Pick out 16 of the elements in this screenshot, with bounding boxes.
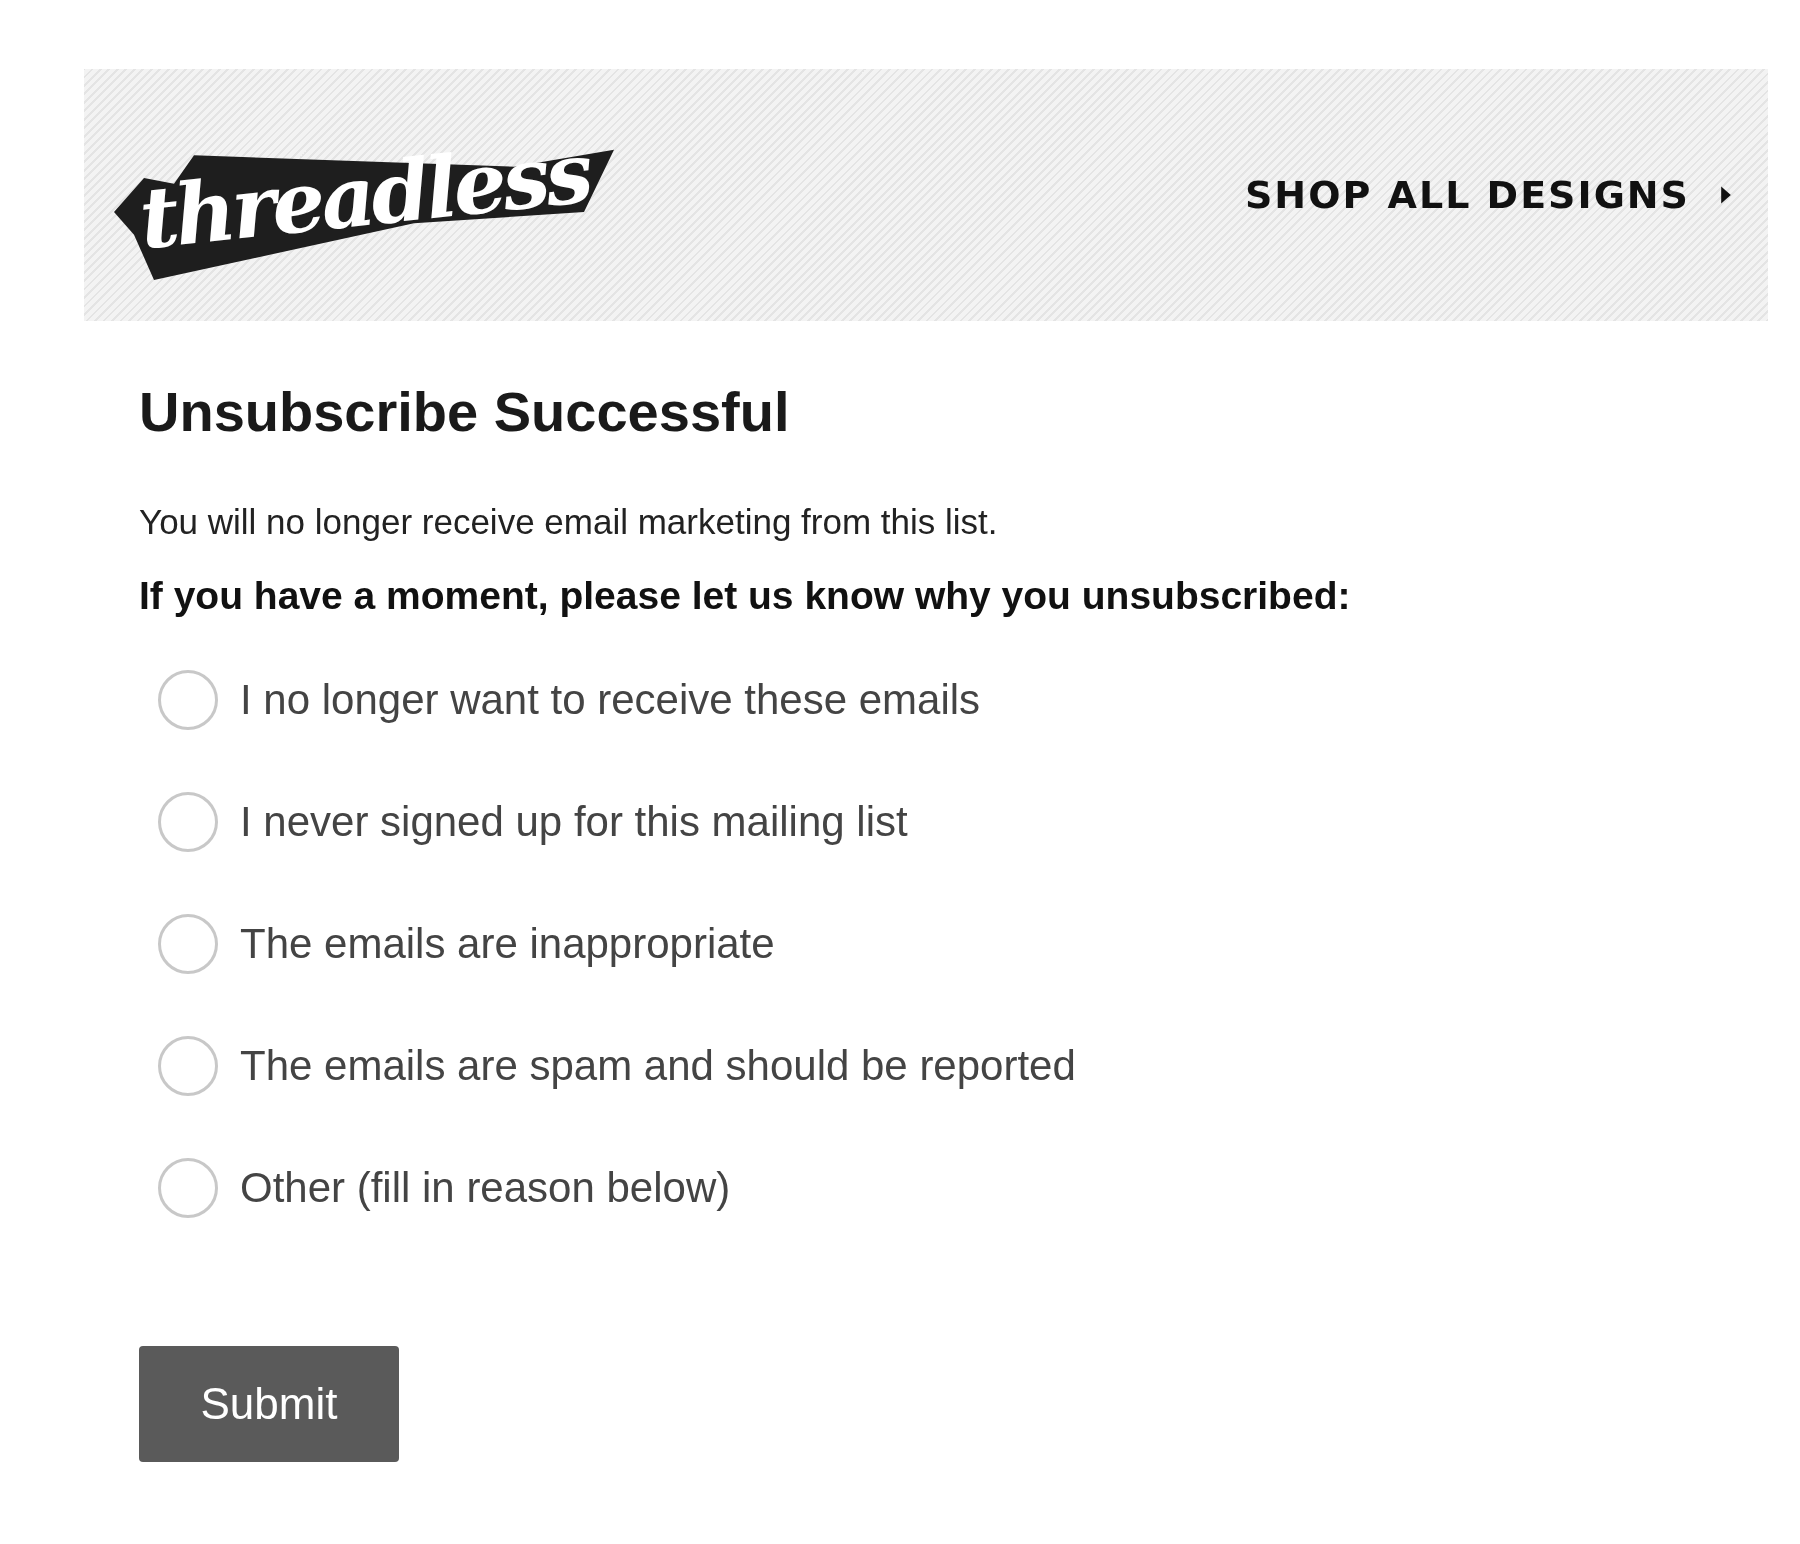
radio-button[interactable] bbox=[158, 1158, 218, 1218]
reason-label[interactable]: The emails are inappropriate bbox=[240, 920, 775, 968]
shop-all-designs-link[interactable]: SHOP ALL DESIGNS bbox=[1245, 173, 1690, 217]
radio-button[interactable] bbox=[158, 1036, 218, 1096]
radio-button[interactable] bbox=[158, 670, 218, 730]
reason-label[interactable]: I never signed up for this mailing list bbox=[240, 798, 908, 846]
survey-question: If you have a moment, please let us know why you unsubscribed: bbox=[139, 574, 1352, 618]
reason-label[interactable]: Other (fill in reason below) bbox=[240, 1164, 731, 1212]
caret-right-icon bbox=[1720, 185, 1732, 205]
reason-label[interactable]: The emails are spam and should be reported bbox=[240, 1042, 1076, 1090]
submit-button[interactable]: Submit bbox=[139, 1346, 399, 1462]
page-title: Unsubscribe Successful bbox=[139, 379, 791, 444]
reason-label[interactable]: I no longer want to receive these emails bbox=[240, 676, 981, 724]
radio-button[interactable] bbox=[158, 792, 218, 852]
confirmation-message: You will no longer receive email marketing from this list. bbox=[139, 502, 999, 542]
radio-button[interactable] bbox=[158, 914, 218, 974]
